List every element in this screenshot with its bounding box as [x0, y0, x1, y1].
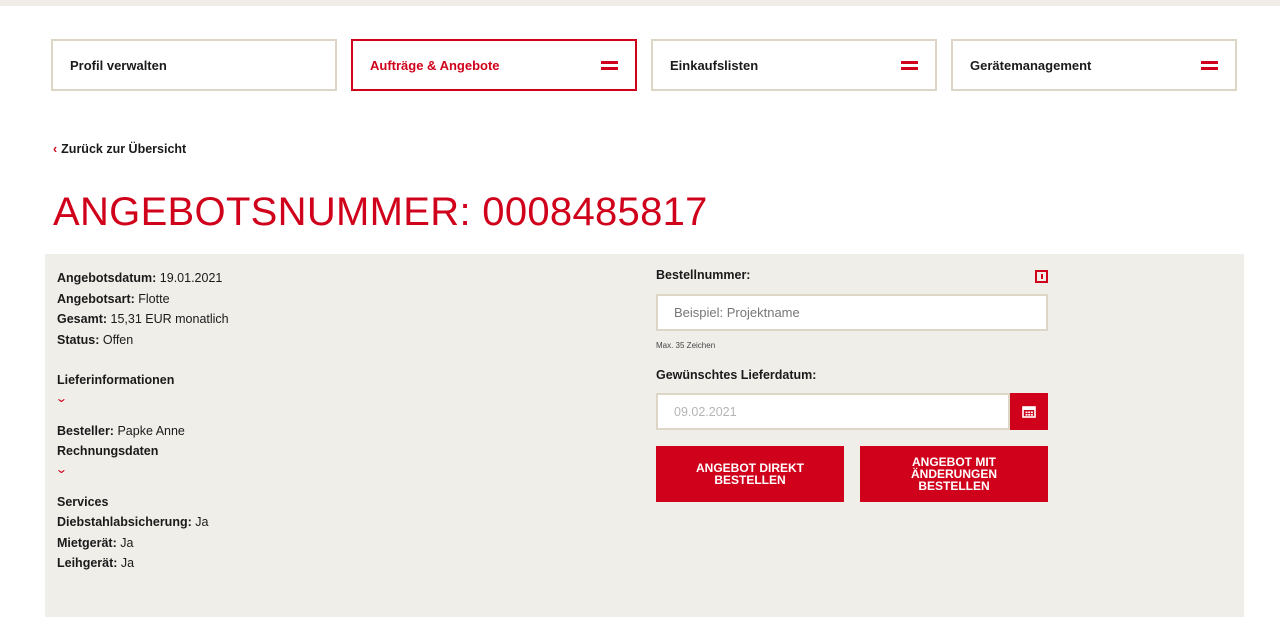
offer-total-row: Gesamt: 15,31 EUR monatlich: [57, 309, 229, 330]
offer-details-panel: Angebotsdatum: 19.01.2021 Angebotsart: F…: [45, 254, 1244, 617]
offer-summary: Angebotsdatum: 19.01.2021 Angebotsart: F…: [55, 268, 229, 574]
order-with-changes-button[interactable]: ANGEBOT MIT ÄNDERUNGEN BESTELLEN: [860, 446, 1048, 502]
delivery-date-input[interactable]: [656, 393, 1010, 430]
offer-type-row: Angebotsart: Flotte: [57, 289, 229, 310]
theft-protection-label: Diebstahlabsicherung:: [57, 515, 192, 529]
rental-device-row: Mietgerät: Ja: [57, 533, 229, 554]
orderer-row: Besteller: Papke Anne: [57, 421, 229, 442]
account-nav: Profil verwalten Aufträge & Angebote Ein…: [51, 39, 1237, 91]
chevron-down-icon[interactable]: ⌄: [55, 462, 73, 476]
offer-status-value: Offen: [102, 332, 134, 347]
order-number-input[interactable]: [656, 294, 1048, 331]
rental-device-value: Ja: [120, 535, 134, 550]
tab-label: Aufträge & Angebote: [370, 57, 500, 73]
tab-profil-verwalten[interactable]: Profil verwalten: [51, 39, 337, 91]
offer-total-label: Gesamt:: [57, 312, 108, 326]
tab-label: Profil verwalten: [70, 57, 167, 73]
billing-toggle[interactable]: Rechnungsdaten: [57, 441, 229, 462]
menu-icon[interactable]: [601, 60, 618, 70]
order-number-hint: Max. 35 Zeichen: [656, 341, 716, 350]
theft-protection-value: Ja: [195, 515, 209, 529]
tab-auftraege-angebote[interactable]: Aufträge & Angebote: [351, 39, 637, 91]
order-buttons: ANGEBOT DIREKT BESTELLEN ANGEBOT MIT ÄND…: [656, 446, 1048, 502]
offer-status-row: Status: Offen: [57, 330, 229, 351]
tab-label: Gerätemanagement: [970, 57, 1092, 73]
offer-total-value: 15,31 EUR monatlich: [110, 312, 229, 326]
orderer-label: Besteller:: [57, 423, 114, 438]
orderer-value: Papke Anne: [117, 423, 185, 438]
loan-device-row: Leihgerät: Ja: [57, 553, 229, 574]
chevron-down-icon[interactable]: ⌄: [55, 391, 73, 405]
top-strip: [0, 0, 1280, 6]
offer-type-label: Angebotsart:: [57, 291, 135, 306]
info-icon[interactable]: [1035, 270, 1048, 283]
tab-einkaufslisten[interactable]: Einkaufslisten: [651, 39, 937, 91]
menu-icon[interactable]: [901, 60, 918, 70]
delivery-info-toggle[interactable]: Lieferinformationen: [57, 370, 229, 391]
page-title: ANGEBOTSNUMMER: 0008485817: [53, 190, 708, 234]
tab-geraetemanagement[interactable]: Gerätemanagement: [951, 39, 1237, 91]
offer-type-value: Flotte: [138, 291, 170, 306]
theft-protection-row: Diebstahlabsicherung: Ja: [57, 512, 229, 533]
offer-date-value: 19.01.2021: [159, 271, 223, 285]
menu-icon[interactable]: [1201, 60, 1218, 70]
back-to-overview-link[interactable]: ‹ Zurück zur Übersicht: [53, 142, 186, 156]
order-direct-button[interactable]: ANGEBOT DIREKT BESTELLEN: [656, 446, 844, 502]
offer-date-row: Angebotsdatum: 19.01.2021: [57, 268, 229, 289]
back-link-label: Zurück zur Übersicht: [61, 142, 187, 156]
delivery-date-label: Gewünschtes Lieferdatum:: [656, 368, 817, 382]
order-number-label-row: Bestellnummer:: [656, 266, 1048, 294]
delivery-date-field: [656, 393, 1048, 430]
calendar-icon[interactable]: [1010, 393, 1048, 430]
tab-label: Einkaufslisten: [670, 57, 759, 73]
order-number-label: Bestellnummer:: [656, 268, 751, 282]
loan-device-value: Ja: [120, 556, 135, 570]
services-heading: Services: [57, 494, 109, 509]
rental-device-label: Mietgerät:: [57, 535, 117, 550]
offer-status-label: Status:: [57, 332, 100, 347]
chevron-left-icon: ‹: [53, 142, 58, 156]
order-form: Bestellnummer: Max. 35 Zeichen Gewünscht…: [656, 266, 1048, 502]
loan-device-label: Leihgerät:: [57, 556, 118, 570]
offer-date-label: Angebotsdatum:: [57, 271, 157, 285]
